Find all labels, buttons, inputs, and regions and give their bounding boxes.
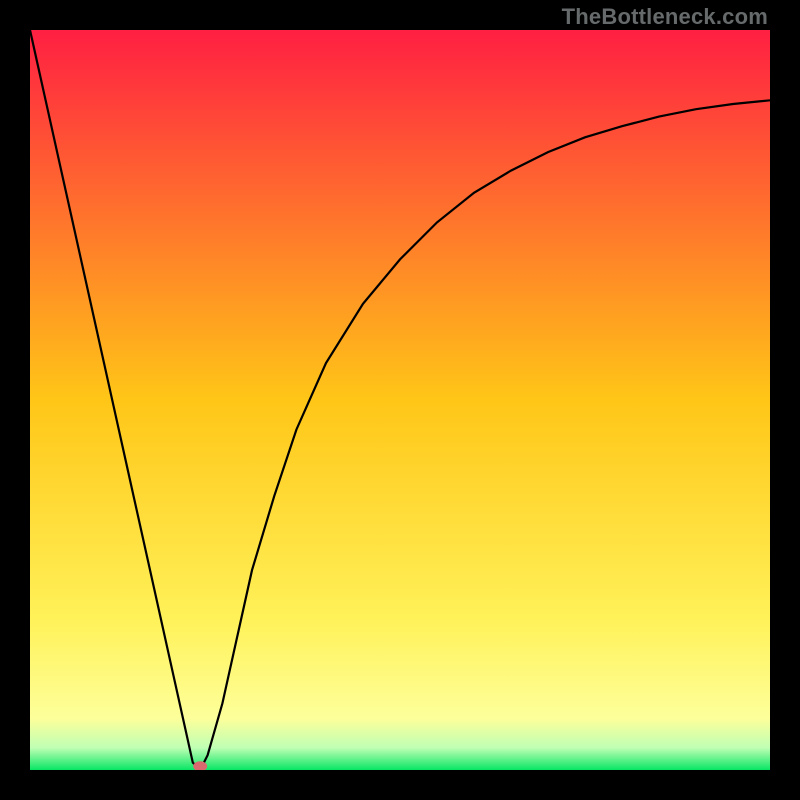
chart-frame: TheBottleneck.com: [0, 0, 800, 800]
plot-area: [30, 30, 770, 770]
chart-svg: [30, 30, 770, 770]
watermark-text: TheBottleneck.com: [562, 4, 768, 30]
gradient-background: [30, 30, 770, 770]
